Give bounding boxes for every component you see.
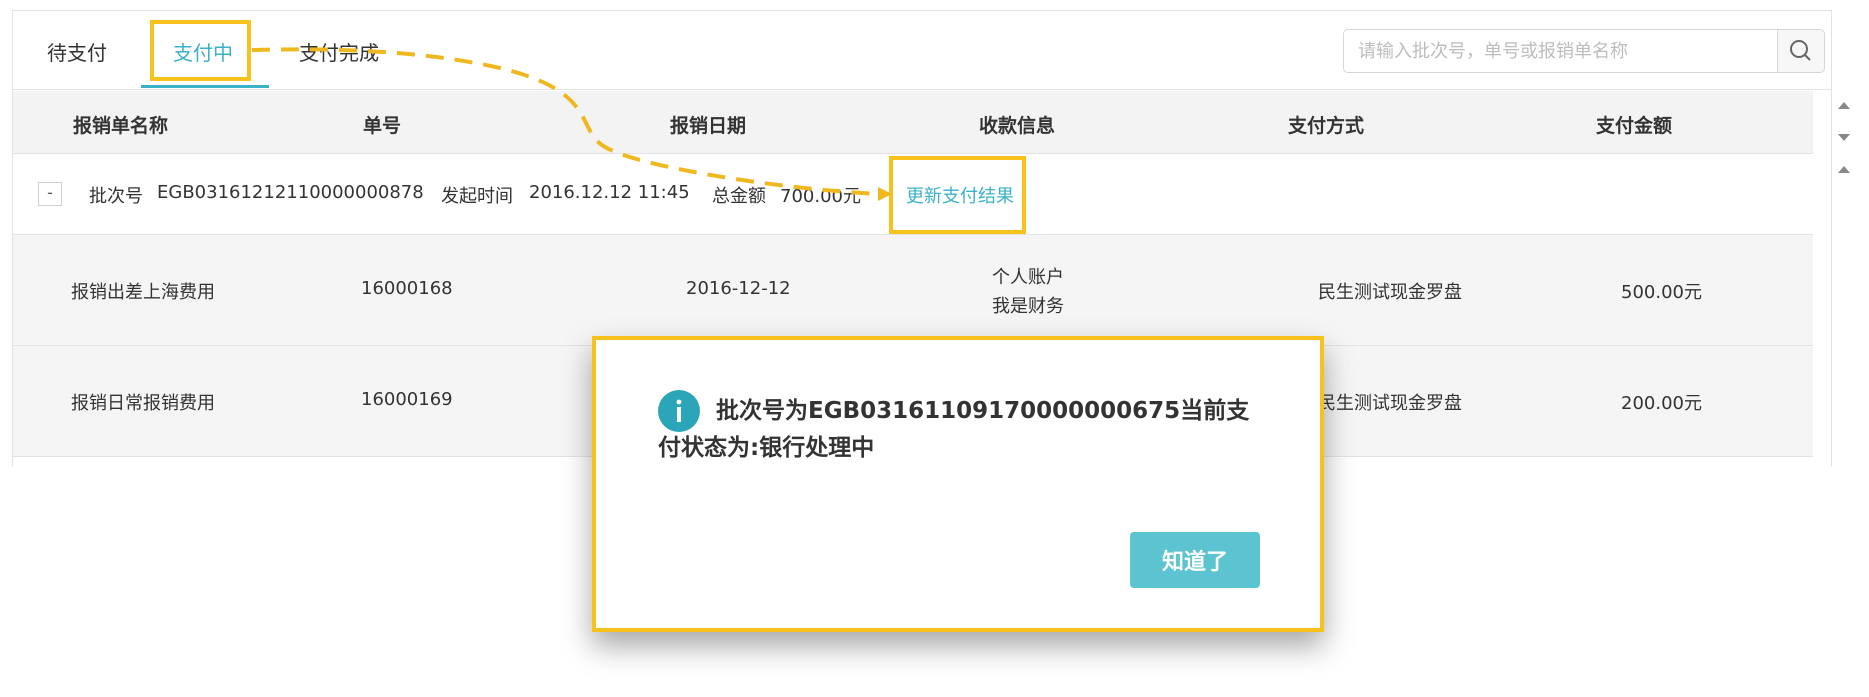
cell-document-no: 16000169 [361,389,453,410]
table-header: 报销单名称 单号 报销日期 收款信息 支付方式 支付金额 [13,91,1813,154]
acknowledge-button[interactable]: 知道了 [1130,532,1260,588]
collapse-toggle-button[interactable]: - [38,182,62,206]
tab-bar: 待支付 支付中 支付完成 [13,11,1831,90]
search-icon [1790,40,1811,61]
search-box [1343,29,1825,73]
cell-payment-method: 民生测试现金罗盘 [1318,282,1462,303]
cell-payee-name: 我是财务 [992,296,1064,317]
start-time-value: 2016.12.12 11:45 [529,182,690,203]
header-payment-method: 支付方式 [1288,115,1365,137]
header-payment-amount: 支付金额 [1596,115,1673,137]
update-payment-result-link[interactable]: 更新支付结果 [906,182,1014,208]
total-label: 总金额 [712,186,766,207]
vertical-scrollbar[interactable] [1834,82,1856,462]
cell-payment-amount: 200.00元 [1621,393,1702,414]
start-time-label: 发起时间 [441,186,513,207]
tab-completed[interactable]: 支付完成 [299,37,379,66]
tab-paying[interactable]: 支付中 [173,37,233,66]
scroll-up-arrow-icon[interactable] [1838,166,1850,173]
cell-payment-method: 民生测试现金罗盘 [1318,393,1462,414]
cell-expense-name: 报销出差上海费用 [71,282,215,303]
scroll-up-arrow-icon[interactable] [1838,102,1850,109]
cell-document-no: 16000168 [361,278,453,299]
header-payee-info: 收款信息 [979,115,1056,137]
table-row[interactable]: 报销出差上海费用 16000168 2016-12-12 个人账户 我是财务 民… [13,235,1813,346]
tab-pending[interactable]: 待支付 [47,37,107,66]
header-expense-date: 报销日期 [670,115,747,137]
scroll-down-arrow-icon[interactable] [1838,134,1850,141]
batch-number: EGB03161212110000000878 [157,182,424,203]
cell-payment-amount: 500.00元 [1621,282,1702,303]
cell-payee-account: 个人账户 [992,267,1064,288]
batch-label: 批次号 [89,186,143,207]
search-input[interactable] [1344,30,1764,72]
result-dialog: 批次号为EGB03161109170000000675当前支付状态为:银行处理中… [592,336,1324,632]
header-document-no: 单号 [363,115,402,137]
cell-expense-date: 2016-12-12 [686,278,791,299]
cell-expense-name: 报销日常报销费用 [71,393,215,414]
total-value: 700.00元 [780,186,861,207]
search-button[interactable] [1777,30,1824,72]
dialog-message: 批次号为EGB03161109170000000675当前支付状态为:银行处理中 [658,398,1250,461]
batch-row: - 批次号 EGB03161212110000000878 发起时间 2016.… [13,154,1813,235]
active-tab-indicator [141,85,269,88]
header-expense-name: 报销单名称 [73,115,169,137]
